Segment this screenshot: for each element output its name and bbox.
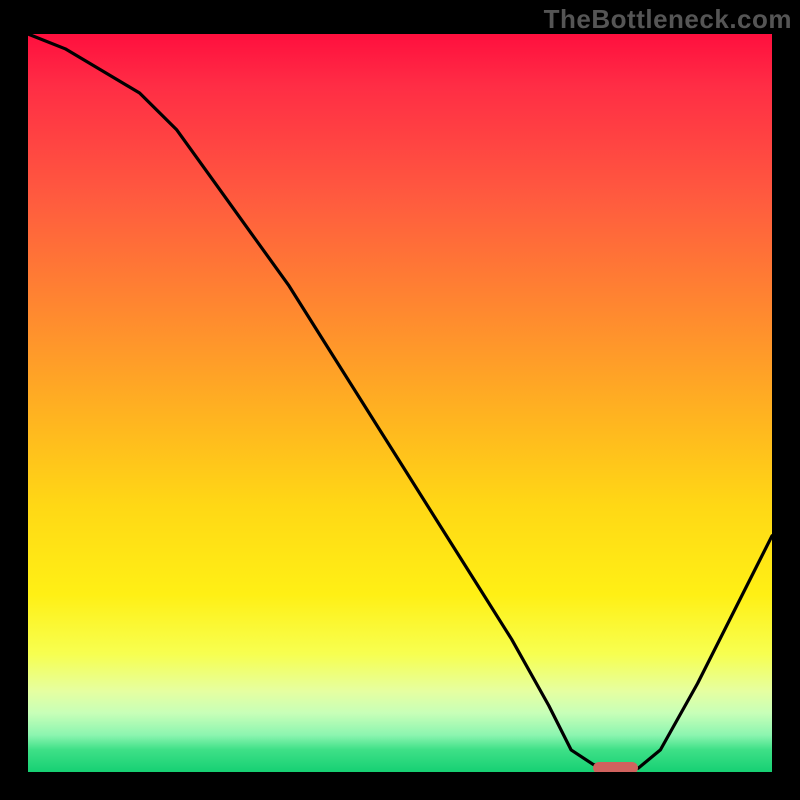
bottleneck-curve: [28, 34, 772, 772]
chart-frame: TheBottleneck.com: [0, 0, 800, 800]
plot-area: [28, 34, 772, 772]
optimal-range-marker: [593, 762, 638, 772]
watermark-label: TheBottleneck.com: [544, 4, 792, 35]
